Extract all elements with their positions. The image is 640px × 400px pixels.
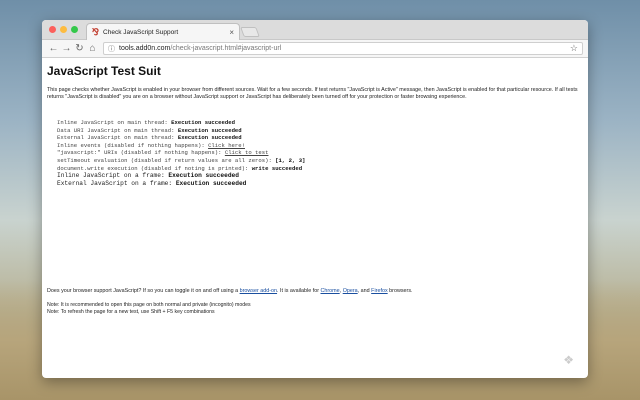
favicon-icon: ⅋ (92, 26, 100, 37)
firefox-link[interactable]: Firefox (371, 288, 387, 294)
test-result-row: "javascript:" URIs (disabled if nothing … (57, 149, 583, 157)
test-status: Execution succeeded (177, 134, 242, 142)
title-bar: ⅋ Check JavaScript Support × (42, 20, 588, 40)
note-refresh: Note: To refresh the page for a new test… (47, 309, 215, 315)
test-status: [1, 2, 3] (275, 156, 306, 164)
question-text-5: browsers. (387, 288, 413, 294)
note-incognito: Note: It is recommended to open this pag… (47, 302, 251, 308)
test-label: document.write execution (disabled if no… (57, 164, 252, 172)
test-label: "javascript:" URIs (disabled if nothing … (57, 149, 225, 157)
tab-title: Check JavaScript Support (103, 28, 179, 36)
test-status: Execution succeeded (175, 180, 247, 188)
question-text-1: Does your browser support JavaScript? If… (47, 288, 240, 294)
test-result-row: Inline JavaScript on main thread: Execut… (57, 119, 583, 127)
notes: Note: It is recommended to open this pag… (47, 302, 251, 316)
intro-text: This page checks whether JavaScript is e… (47, 87, 578, 100)
minimize-window-button[interactable] (60, 26, 67, 33)
test-results: Inline JavaScript on main thread: Execut… (57, 119, 583, 188)
test-link[interactable]: Click here! (208, 142, 245, 149)
test-label: setTimeout evaluation (disabled if retur… (57, 156, 276, 164)
test-label: Inline events (disabled if nothing happe… (57, 141, 209, 149)
browser-window: ⅋ Check JavaScript Support × ← → ↻ ⌂ ⓘ t… (42, 20, 588, 378)
url-text: tools.add0n.com/check-javascript.html#ja… (119, 45, 281, 52)
test-status: Execution succeeded (177, 126, 242, 134)
question-text-2: . It is available for (277, 288, 321, 294)
address-bar[interactable]: ⓘ tools.add0n.com/check-javascript.html#… (103, 42, 583, 55)
browser-toolbar: ← → ↻ ⌂ ⓘ tools.add0n.com/check-javascri… (42, 40, 588, 58)
browser-tab[interactable]: ⅋ Check JavaScript Support × (86, 23, 240, 40)
page-content: JavaScript Test Suit This page checks wh… (42, 58, 588, 377)
test-result-row: Data URI JavaScript on main thread: Exec… (57, 127, 583, 135)
test-label: External JavaScript on a frame: (57, 180, 176, 188)
test-result-row: document.write execution (disabled if no… (57, 165, 583, 173)
test-status: Execution succeeded (168, 172, 239, 180)
page-title: JavaScript Test Suit (47, 64, 161, 78)
extension-corner-icon[interactable]: ❖ (563, 353, 574, 367)
test-result-row: External JavaScript on main thread: Exec… (57, 134, 583, 142)
test-status: write succeeded (251, 164, 303, 172)
url-host: tools.add0n.com (119, 45, 171, 52)
bookmark-star-icon[interactable]: ☆ (570, 43, 578, 54)
test-result-row: setTimeout evaluation (disabled if retur… (57, 157, 583, 165)
test-result-row: Inline events (disabled if nothing happe… (57, 142, 583, 150)
forward-icon[interactable]: → (60, 43, 73, 54)
tab-close-icon[interactable]: × (229, 28, 234, 37)
test-result-row: Inline JavaScript on a frame: Execution … (57, 172, 583, 180)
maximize-window-button[interactable] (71, 26, 78, 33)
test-result-row: External JavaScript on a frame: Executio… (57, 180, 583, 188)
support-question: Does your browser support JavaScript? If… (47, 288, 413, 294)
test-status: Execution succeeded (171, 119, 235, 126)
question-text-4: , and (357, 288, 372, 294)
new-tab-button[interactable] (240, 27, 260, 37)
info-icon[interactable]: ⓘ (108, 44, 115, 54)
test-label: Inline JavaScript on main thread: (57, 119, 172, 126)
test-label: Data URI JavaScript on main thread: (57, 126, 178, 134)
browser-addon-link[interactable]: browser add-on (240, 288, 277, 294)
test-link[interactable]: Click to test (225, 149, 269, 156)
home-icon[interactable]: ⌂ (86, 43, 99, 54)
test-label: Inline JavaScript on a frame: (57, 172, 169, 180)
url-path: /check-javascript.html#javascript-url (170, 45, 282, 52)
chrome-link[interactable]: Chrome (321, 288, 340, 294)
close-window-button[interactable] (49, 26, 56, 33)
opera-link[interactable]: Opera (343, 288, 358, 294)
back-icon[interactable]: ← (47, 43, 60, 54)
reload-icon[interactable]: ↻ (73, 43, 86, 54)
test-label: External JavaScript on main thread: (57, 134, 178, 142)
